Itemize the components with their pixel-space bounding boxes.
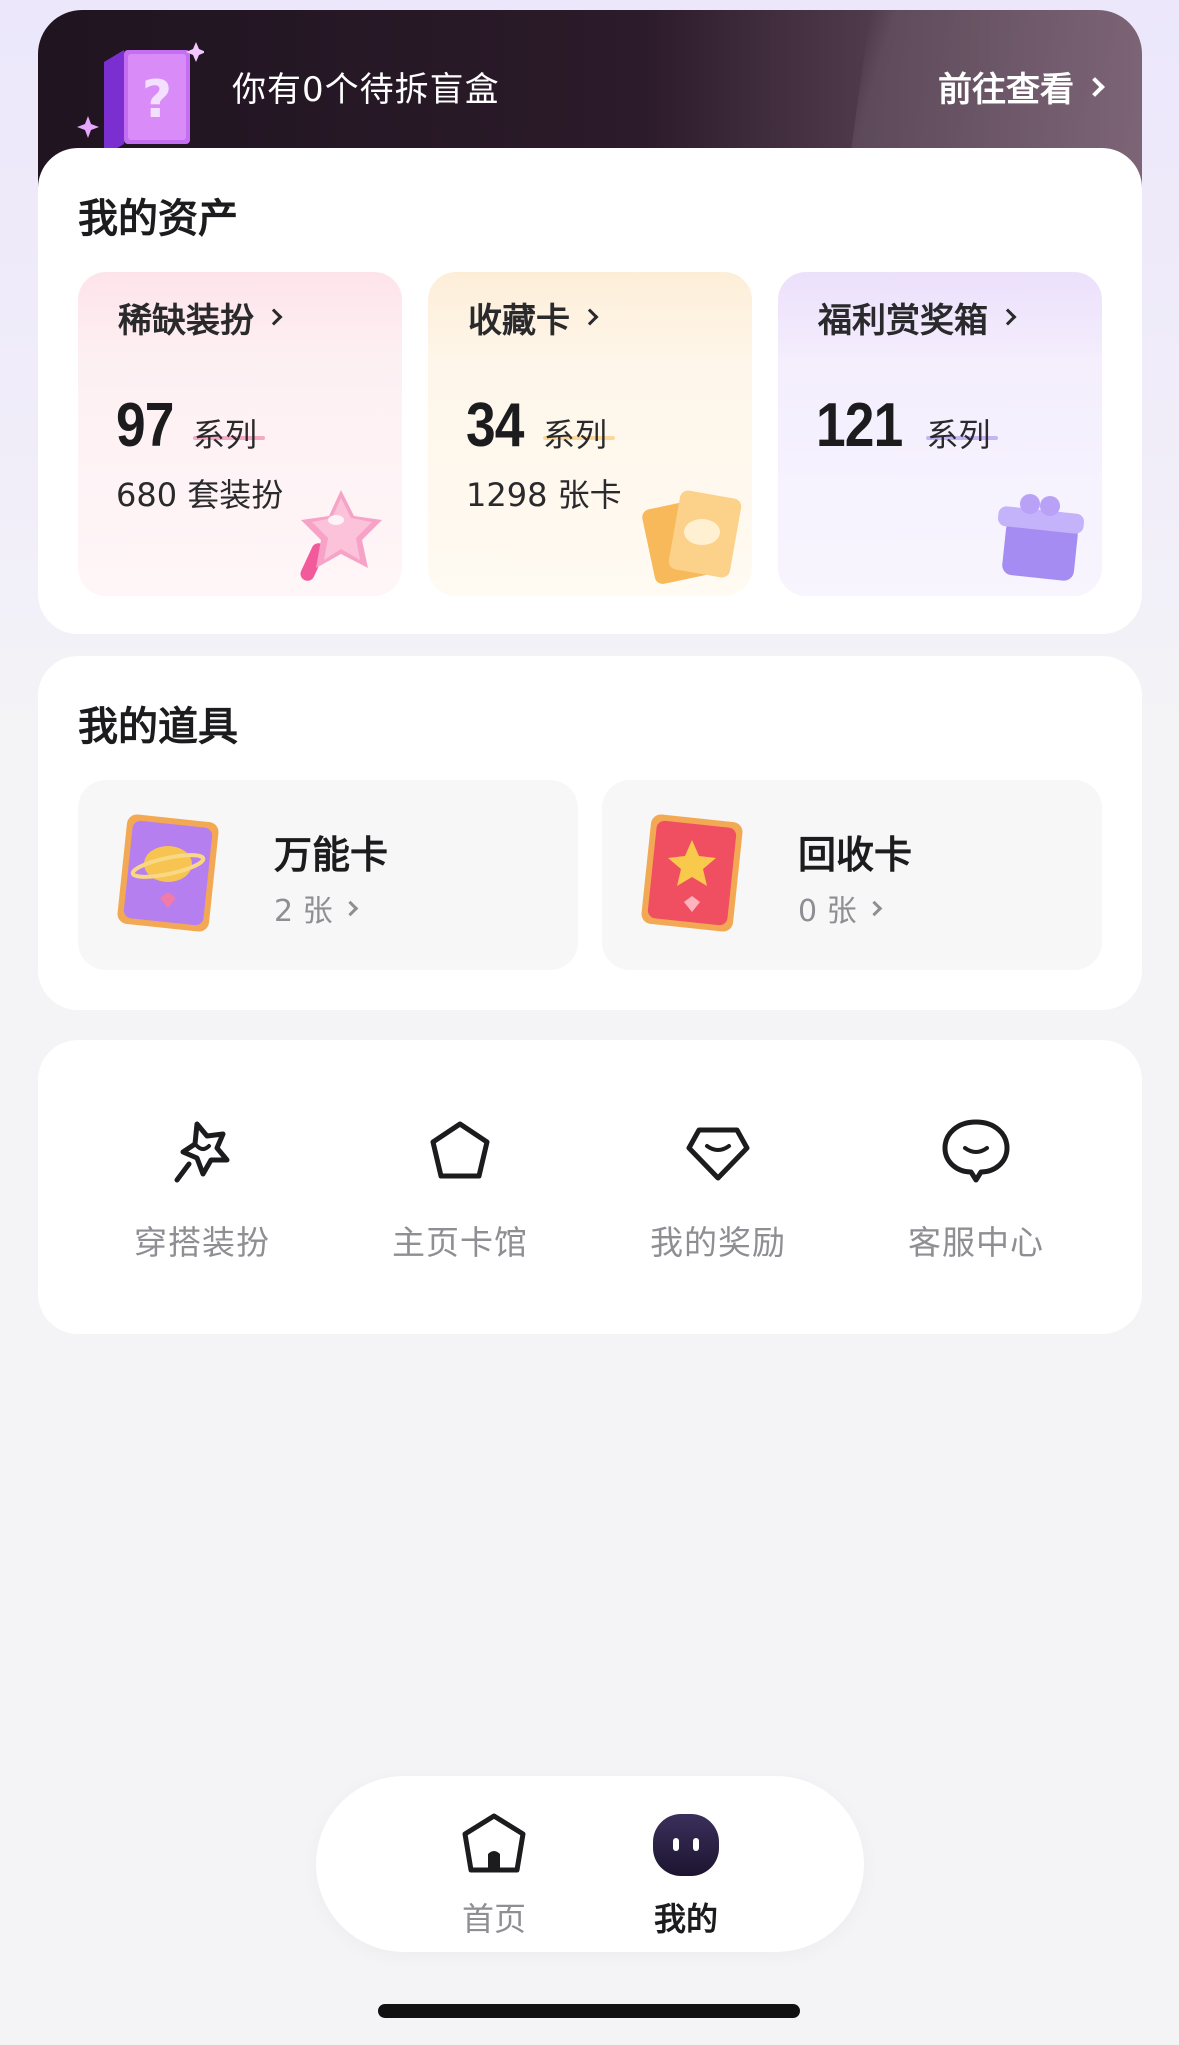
gift-box-icon [997, 494, 1085, 581]
tab-home-label: 首页 [461, 1900, 526, 1938]
shortcut-customer-service-label: 客服中心 [908, 1223, 1044, 1262]
profile-avatar-icon [653, 1814, 719, 1876]
asset-welfare-box-label: 福利赏奖箱 [818, 300, 988, 341]
blind-box-count-text: 你有0个待拆盲盒 [232, 70, 500, 110]
profile-page: ? 你有0个待拆盲盒 前往查看 我的资产 稀缺装扮 97 系列 680 套装扮 [0, 0, 1179, 2045]
asset-collection-cards-header: 收藏卡 [428, 272, 752, 362]
chevron-right-icon [866, 900, 882, 916]
wand-star-icon [174, 1121, 230, 1183]
chevron-right-icon [265, 308, 283, 326]
prop-recycle-card-count-value: 0 张 [798, 894, 857, 929]
tab-home[interactable]: 首页 [434, 1810, 554, 1940]
mystery-box-icon: ? [77, 42, 204, 156]
cards-icon [642, 490, 742, 584]
shortcut-home-card-hall[interactable]: 主页卡馆 [360, 1116, 560, 1264]
my-assets-title: 我的资产 [78, 196, 238, 242]
tab-mine[interactable]: 我的 [626, 1810, 746, 1940]
shortcut-my-rewards-label: 我的奖励 [650, 1223, 786, 1262]
my-props-title: 我的道具 [78, 704, 238, 750]
asset-collection-cards-count: 34 [466, 391, 524, 460]
svg-text:?: ? [142, 70, 172, 130]
asset-welfare-box-header: 福利赏奖箱 [778, 272, 1102, 362]
pentagon-icon [430, 1121, 490, 1179]
asset-rare-outfits-unit: 系列 [192, 410, 265, 456]
prop-universal-card-count-value: 2 张 [274, 894, 333, 929]
home-icon [462, 1813, 526, 1873]
asset-rare-outfits-count: 97 [116, 391, 174, 460]
prop-universal-card-name: 万能卡 [274, 833, 389, 877]
asset-collection-cards-sub: 1298 张卡 [466, 476, 622, 514]
asset-rare-outfits-header: 稀缺装扮 [78, 272, 402, 362]
prop-universal-card-count: 2 张 [274, 886, 358, 930]
asset-rare-outfits[interactable]: 稀缺装扮 97 系列 680 套装扮 [78, 272, 402, 596]
my-props-card: 我的道具 万能卡 2 张 回收卡 0 张 [38, 656, 1142, 1010]
prop-recycle-card[interactable]: 回收卡 0 张 [602, 780, 1102, 970]
shortcut-outfits-label: 穿搭装扮 [134, 1223, 270, 1262]
bottom-tab-bar: 首页 我的 [316, 1776, 864, 1952]
chevron-right-icon [342, 900, 358, 916]
shortcut-home-card-hall-label: 主页卡馆 [392, 1223, 528, 1262]
tab-mine-label: 我的 [653, 1900, 718, 1938]
gem-icon [686, 1127, 750, 1181]
star-wand-icon [300, 490, 382, 581]
prop-universal-card[interactable]: 万能卡 2 张 [78, 780, 578, 970]
asset-collection-cards-label: 收藏卡 [468, 300, 570, 341]
shortcut-outfits[interactable]: 穿搭装扮 [102, 1116, 302, 1264]
asset-welfare-box-count: 121 [816, 391, 903, 460]
chevron-right-icon [581, 308, 599, 326]
universal-card-icon [117, 814, 219, 932]
shortcut-customer-service[interactable]: 客服中心 [876, 1116, 1076, 1264]
shortcut-my-rewards[interactable]: 我的奖励 [618, 1116, 818, 1264]
chat-bubble-icon [942, 1119, 1010, 1183]
asset-rare-outfits-label: 稀缺装扮 [118, 300, 254, 341]
asset-collection-cards[interactable]: 收藏卡 34 系列 1298 张卡 [428, 272, 752, 596]
asset-welfare-box-unit: 系列 [926, 410, 999, 456]
chevron-right-icon [999, 308, 1017, 326]
prop-recycle-card-count: 0 张 [798, 886, 882, 930]
chevron-right-icon [1085, 76, 1105, 97]
shortcuts-card: 穿搭装扮 主页卡馆 我的奖励 客服中心 [38, 1040, 1142, 1334]
asset-welfare-box[interactable]: 福利赏奖箱 121 系列 [778, 272, 1102, 596]
my-assets-card: 我的资产 稀缺装扮 97 系列 680 套装扮 收藏卡 34 系列 1298 张… [38, 148, 1142, 634]
home-indicator [378, 2004, 800, 2018]
prop-recycle-card-name: 回收卡 [798, 833, 913, 877]
view-blind-box-link[interactable]: 前往查看 [938, 62, 1105, 111]
recycle-card-icon [641, 814, 743, 932]
asset-rare-outfits-sub: 680 套装扮 [116, 476, 284, 514]
asset-collection-cards-unit: 系列 [542, 410, 615, 456]
view-blind-box-label: 前往查看 [938, 70, 1074, 110]
